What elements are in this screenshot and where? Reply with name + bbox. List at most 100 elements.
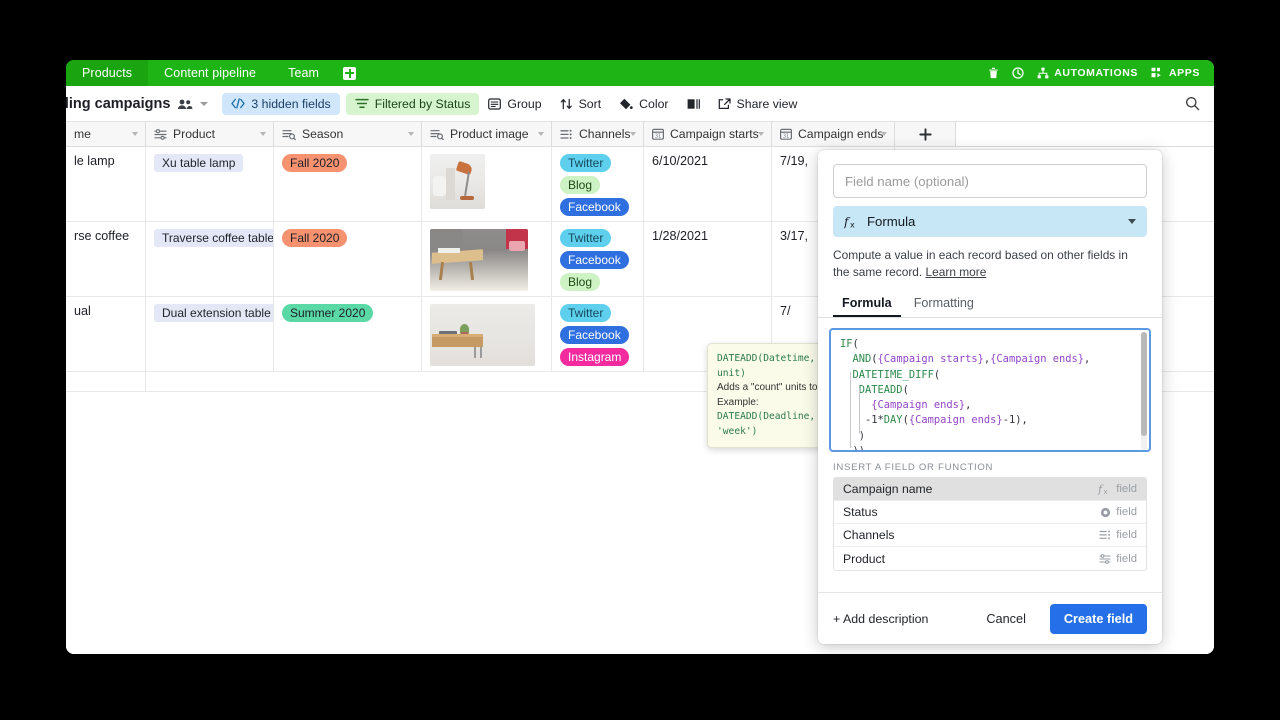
field-name-input[interactable]: Field name (optional) <box>833 164 1147 198</box>
chevron-down-icon[interactable] <box>260 132 266 136</box>
product-image-thumbnail[interactable] <box>430 304 535 366</box>
field-name: Campaign name <box>843 482 933 496</box>
automations-button[interactable]: AUTOMATIONS <box>1037 67 1138 79</box>
field-list-item-campaign-name[interactable]: Campaign name fx field <box>834 478 1146 501</box>
column-header-campaign-starts[interactable]: 31 Campaign starts <box>644 122 772 146</box>
cell-product-image[interactable] <box>422 222 552 296</box>
filter-button[interactable]: Filtered by Status <box>345 92 480 115</box>
table-tab-team[interactable]: Team <box>272 60 335 86</box>
cell-product[interactable]: Xu table lamp <box>146 147 274 221</box>
header-tail <box>956 122 1214 146</box>
cancel-button[interactable]: Cancel <box>976 606 1036 632</box>
tab-label: Content pipeline <box>164 66 257 80</box>
field-list-item-status[interactable]: Status field <box>834 501 1146 524</box>
color-button[interactable]: Color <box>610 93 677 115</box>
formula-editor[interactable]: IF( AND({Campaign starts},{Campaign ends… <box>829 328 1151 452</box>
field-type-description: Compute a value in each record based on … <box>833 247 1147 280</box>
cell-season[interactable]: Summer 2020 <box>274 297 422 371</box>
view-toolbar: ding campaigns 3 hidden fields Filtered … <box>66 86 1214 122</box>
chevron-down-icon[interactable] <box>630 132 636 136</box>
column-header-campaign-ends[interactable]: 31 Campaign ends <box>772 122 895 146</box>
tab-formula[interactable]: Formula <box>833 291 901 317</box>
multiselect-icon <box>560 129 573 140</box>
cell-product-image[interactable] <box>422 147 552 221</box>
hidden-fields-button[interactable]: 3 hidden fields <box>222 92 340 115</box>
trash-button[interactable] <box>988 67 999 79</box>
cell-campaign-starts[interactable]: 6/10/2021 <box>644 147 772 221</box>
cell-text: 7/ <box>780 304 791 318</box>
insert-field-label: INSERT A FIELD OR FUNCTION <box>833 462 994 473</box>
lookup-icon <box>282 129 296 140</box>
hidden-fields-label: 3 hidden fields <box>251 96 331 111</box>
add-field-button[interactable] <box>895 122 956 146</box>
tab-label: Products <box>82 66 133 80</box>
linked-record-icon <box>154 128 167 140</box>
cell-season[interactable]: Fall 2020 <box>274 222 422 296</box>
history-icon <box>1012 67 1024 79</box>
season-chip: Fall 2020 <box>282 229 348 247</box>
cell-text: rse coffee <box>74 229 130 243</box>
cell-season[interactable]: Fall 2020 <box>274 147 422 221</box>
column-header-channels[interactable]: Channels <box>552 122 644 146</box>
fx-icon: fx <box>843 215 859 230</box>
field-type-select[interactable]: fx Formula <box>833 206 1147 237</box>
column-header-product[interactable]: Product <box>146 122 274 146</box>
cell-channels[interactable]: Twitter Facebook Instagram <box>552 297 644 371</box>
cell-name[interactable]: le lamp <box>66 147 146 221</box>
sort-button[interactable]: Sort <box>551 93 611 115</box>
chevron-down-icon[interactable] <box>132 132 138 136</box>
add-description-button[interactable]: + Add description <box>833 612 928 626</box>
table-tab-content-pipeline[interactable]: Content pipeline <box>148 60 272 86</box>
editor-scrollbar[interactable] <box>1141 332 1147 450</box>
cell-text: 3/17, <box>780 229 809 243</box>
collaborators-icon <box>177 98 193 110</box>
color-label: Color <box>639 96 669 111</box>
multiselect-icon <box>1099 530 1111 540</box>
search-button[interactable] <box>1185 96 1214 111</box>
cell-channels[interactable]: Twitter Blog Facebook <box>552 147 644 221</box>
cell-text: 7/19, <box>780 154 809 168</box>
channel-chip: Instagram <box>560 348 630 366</box>
chevron-down-icon[interactable] <box>408 132 414 136</box>
column-label: Campaign ends <box>798 127 884 141</box>
group-button[interactable]: Group <box>479 93 550 115</box>
cell-name[interactable]: ual <box>66 297 146 371</box>
chevron-down-icon[interactable] <box>1128 219 1136 224</box>
linked-record-chip[interactable]: Traverse coffee table <box>154 229 273 247</box>
create-field-button[interactable]: Create field <box>1049 603 1147 634</box>
chevron-down-icon[interactable] <box>538 132 544 136</box>
cell-channels[interactable]: Twitter Facebook Blog <box>552 222 644 296</box>
learn-more-link[interactable]: Learn more <box>926 265 987 279</box>
add-table-button[interactable] <box>335 60 364 86</box>
table-tab-products[interactable]: Products <box>66 60 149 86</box>
view-name-button[interactable]: ding campaigns <box>66 96 209 112</box>
product-image-thumbnail[interactable] <box>430 229 528 291</box>
share-view-button[interactable]: Share view <box>709 93 807 115</box>
field-list-item-channels[interactable]: Channels field <box>834 524 1146 547</box>
field-type-label: Formula <box>867 214 916 229</box>
cell-product[interactable]: Traverse coffee table <box>146 222 274 296</box>
column-header-name[interactable]: me <box>66 122 146 146</box>
single-select-icon <box>1100 507 1111 518</box>
field-list-item-product[interactable]: Product field <box>834 547 1146 570</box>
chevron-down-icon[interactable] <box>758 132 764 136</box>
cell-name[interactable]: rse coffee <box>66 222 146 296</box>
cell-campaign-starts[interactable]: 1/28/2021 <box>644 222 772 296</box>
history-button[interactable] <box>1012 67 1024 79</box>
linked-record-chip[interactable]: Dual extension table <box>154 304 273 322</box>
tab-label: Team <box>288 66 320 80</box>
apps-button[interactable]: APPS <box>1151 67 1200 79</box>
cell-product-image[interactable] <box>422 297 552 371</box>
svg-text:31: 31 <box>783 134 789 140</box>
linked-record-chip[interactable]: Xu table lamp <box>154 154 244 172</box>
column-label: Campaign starts <box>670 127 759 141</box>
column-header-product-image[interactable]: Product image <box>422 122 552 146</box>
panel-tabs: Formula Formatting <box>818 291 1162 318</box>
chevron-down-icon[interactable] <box>881 132 887 136</box>
row-height-button[interactable] <box>678 93 709 115</box>
field-header-row: me Product Season Product image Channels… <box>66 122 1214 147</box>
product-image-thumbnail[interactable] <box>430 154 485 209</box>
column-header-season[interactable]: Season <box>274 122 422 146</box>
tab-formatting[interactable]: Formatting <box>905 291 983 317</box>
cell-product[interactable]: Dual extension table <box>146 297 274 371</box>
